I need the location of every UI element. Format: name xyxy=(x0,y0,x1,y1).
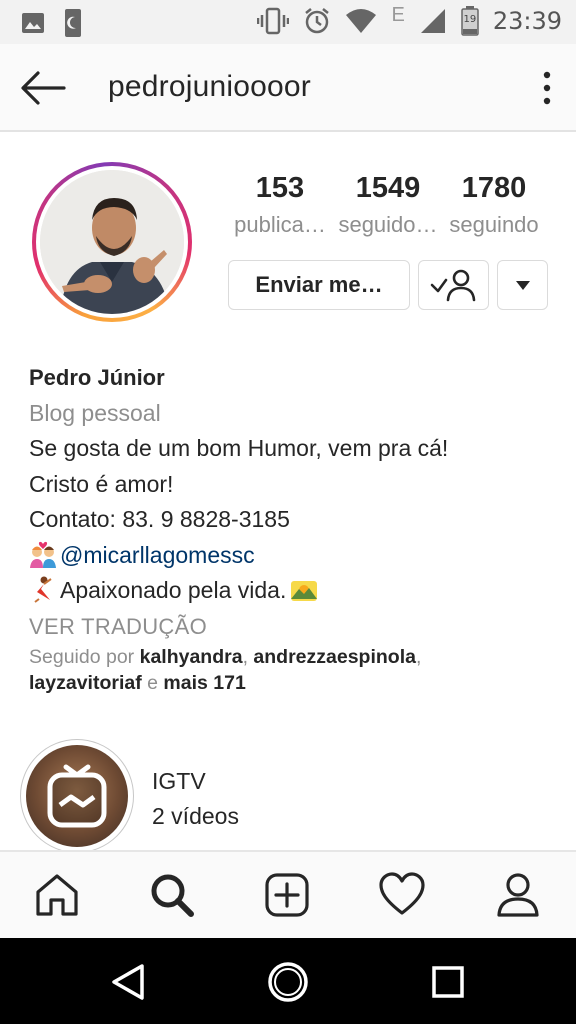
bio-contact-line: Contato: 83. 9 8828-3185 xyxy=(29,506,290,532)
stat-followers[interactable]: 1549 seguido… xyxy=(330,170,446,238)
tab-profile[interactable] xyxy=(493,870,543,920)
battery-icon: 19 xyxy=(461,6,479,36)
stat-following-count: 1780 xyxy=(461,172,527,204)
add-post-icon xyxy=(265,873,309,917)
signal-icon xyxy=(420,9,445,33)
network-e-label: E xyxy=(391,3,405,26)
profile-stats: 153 publica… 1549 seguido… 1780 seguindo xyxy=(220,170,560,250)
sunrise-over-mountains-emoji-icon xyxy=(291,581,318,601)
stat-posts[interactable]: 153 publica… xyxy=(222,170,338,238)
clock: 23:39 xyxy=(492,7,562,35)
profile-icon xyxy=(497,873,539,917)
followed-by-user: layzavitoriaf xyxy=(29,672,142,694)
bio-passion-text: Apaixonado pela vida. xyxy=(60,577,287,603)
activity-heart-icon xyxy=(379,872,425,915)
stat-following-label: seguindo xyxy=(449,212,539,237)
search-icon xyxy=(151,874,194,917)
stat-following[interactable]: 1780 seguindo xyxy=(436,170,552,238)
alarm-icon xyxy=(305,8,330,34)
vibrate-icon xyxy=(257,7,290,35)
bio-mention-link[interactable]: @micarllagomessc xyxy=(60,542,255,568)
back-arrow-icon[interactable] xyxy=(18,68,68,108)
gallery-icon xyxy=(22,13,44,33)
igtv-highlight[interactable] xyxy=(20,739,134,853)
tab-home[interactable] xyxy=(32,870,82,920)
profile-full-name: Pedro Júnior xyxy=(29,365,165,390)
followed-by-more: mais 171 xyxy=(163,672,246,694)
followed-by-and: e xyxy=(141,672,164,694)
following-check-person-icon xyxy=(430,269,475,302)
battery-level: 19 xyxy=(463,14,477,25)
igtv-title[interactable]: IGTV xyxy=(152,768,206,795)
followed-by-separator: , xyxy=(242,646,254,668)
igtv-cover xyxy=(26,745,128,847)
profile-username-title: pedrojunioooor xyxy=(108,70,311,103)
more-vertical-icon[interactable] xyxy=(540,70,554,106)
send-message-button[interactable]: Enviar me… xyxy=(228,260,410,310)
home-circle-icon[interactable] xyxy=(266,960,310,1004)
stat-posts-label: publica… xyxy=(234,212,326,237)
followed-by-prefix: Seguido por xyxy=(29,646,140,668)
following-button[interactable] xyxy=(418,260,489,310)
followed-by-separator: , xyxy=(415,646,422,668)
app-bar: pedrojunioooor xyxy=(0,44,576,132)
see-translation-link[interactable]: VER TRADUÇÃO xyxy=(29,609,559,645)
followed-by-user: kalhyandra xyxy=(139,646,243,668)
recents-square-icon[interactable] xyxy=(426,960,470,1004)
caret-down-icon xyxy=(515,281,530,290)
followed-by-text[interactable]: Seguido por kalhyandra, andrezzaespinola… xyxy=(29,644,559,696)
stat-followers-label: seguido… xyxy=(338,212,438,237)
bio-passion-line: Apaixonado pela vida. xyxy=(29,573,559,609)
suggestions-dropdown-button[interactable] xyxy=(497,260,548,310)
profile-bio: Pedro Júnior Blog pessoal Se gosta de um… xyxy=(29,360,559,644)
stat-posts-count: 153 xyxy=(255,172,305,204)
wifi-icon xyxy=(346,9,377,33)
back-triangle-icon[interactable] xyxy=(106,960,150,1004)
bottom-tab-bar xyxy=(0,850,576,938)
profile-category: Blog pessoal xyxy=(29,399,161,426)
couple-heart-emoji-icon xyxy=(30,541,56,568)
tab-activity[interactable] xyxy=(377,870,427,920)
tab-new-post[interactable] xyxy=(262,870,312,920)
tab-search[interactable] xyxy=(147,870,197,920)
stat-followers-count: 1549 xyxy=(355,172,421,204)
system-navigation-bar xyxy=(0,938,576,1024)
bio-line: Cristo é amor! xyxy=(29,470,174,497)
igtv-video-count: 2 vídeos xyxy=(152,803,239,829)
bio-mention-line: @micarllagomessc xyxy=(29,538,559,574)
avatar-photo xyxy=(40,170,184,314)
profile-avatar[interactable] xyxy=(32,162,192,322)
sim-moon-icon xyxy=(65,9,81,37)
home-icon xyxy=(36,874,78,916)
igtv-icon xyxy=(47,764,107,828)
followed-by-user: andrezzaespinola xyxy=(253,646,416,668)
bio-line: Se gosta de um bom Humor, vem pra cá! xyxy=(29,435,449,461)
dancer-emoji-icon xyxy=(34,576,52,603)
status-bar: E 19 23:39 xyxy=(0,0,576,44)
